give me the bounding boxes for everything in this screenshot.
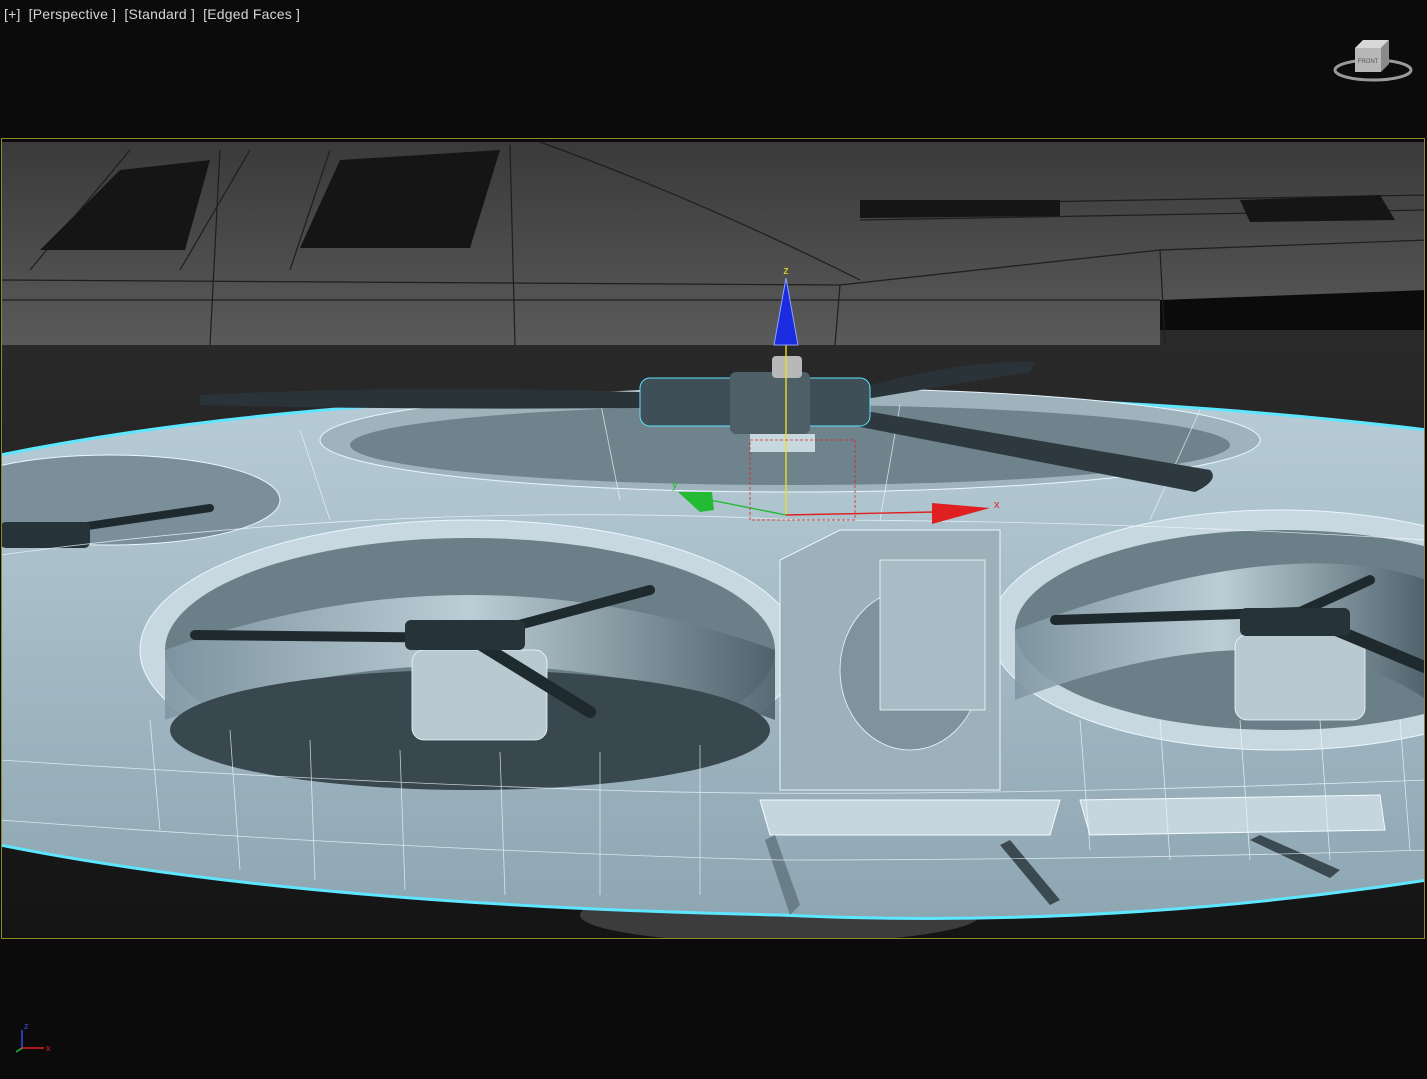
viewcube-face-label: FRONT (1358, 59, 1379, 65)
viewport-safe-frame (1, 138, 1425, 939)
tripod-x-label: x (46, 1043, 51, 1053)
viewcube[interactable]: FRONT (1333, 36, 1413, 84)
axis-tripod: z x (15, 1021, 51, 1053)
tripod-y-line (15, 1047, 23, 1053)
tripod-z-label: z (24, 1021, 29, 1031)
